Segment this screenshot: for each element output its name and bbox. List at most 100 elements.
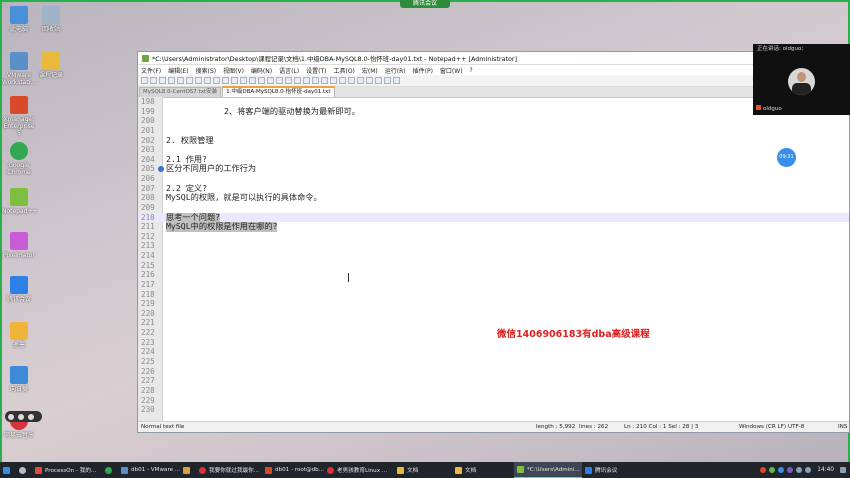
- sync-scroll-icon[interactable]: [285, 77, 292, 84]
- print-icon[interactable]: [195, 77, 202, 84]
- editor-line[interactable]: 202 2. 权限管理: [138, 135, 849, 146]
- editor-line[interactable]: 203: [138, 145, 849, 155]
- cut-icon[interactable]: [204, 77, 211, 84]
- editor-line[interactable]: 201: [138, 126, 849, 136]
- editor-line[interactable]: 206: [138, 174, 849, 184]
- editor-line[interactable]: 226: [138, 367, 849, 377]
- tray-app-icon[interactable]: [787, 467, 794, 473]
- notification-icon[interactable]: [840, 467, 846, 473]
- editor-line[interactable]: 215: [138, 261, 849, 271]
- folder-workspace-icon[interactable]: [339, 77, 346, 84]
- menu-file[interactable]: 文件(F): [141, 66, 161, 75]
- play-macro-icon[interactable]: [375, 77, 382, 84]
- paste-icon[interactable]: [222, 77, 229, 84]
- taskbar-item-tencent-meeting[interactable]: 腾讯会议: [582, 462, 628, 478]
- editor-line[interactable]: 208 MySQL的权限，就是可以执行的具体命令。: [138, 193, 849, 203]
- status-eol[interactable]: Windows (CR LF): [739, 422, 786, 432]
- editor-line[interactable]: 200: [138, 116, 849, 126]
- editor-line[interactable]: 220: [138, 309, 849, 319]
- desktop-icon-sunlogin[interactable]: 向日葵: [2, 366, 36, 393]
- desktop-icon-chrome[interactable]: Google Chrome: [2, 142, 36, 176]
- taskbar-item-processon[interactable]: ProcessOn - 我的...: [32, 462, 102, 478]
- chat-icon[interactable]: [18, 413, 24, 420]
- menu-search[interactable]: 搜索(S): [196, 66, 217, 75]
- tray-app-icon[interactable]: [778, 467, 785, 473]
- tab-mysql-centos[interactable]: MySQL8.0-CentOS7.txt安装: [139, 87, 222, 97]
- tab-day01[interactable]: 1.中级DBA-MySQL8.0-怡怀班-day01.txt: [222, 86, 335, 97]
- desktop-icon-tencent-meeting[interactable]: 腾讯会议: [2, 276, 36, 303]
- editor-line[interactable]: 214: [138, 251, 849, 261]
- taskbar-item-chrome[interactable]: [102, 462, 118, 478]
- taskbar-item-notepadpp[interactable]: *C:\Users\Admini...: [514, 462, 582, 478]
- desktop-icon-xmanager[interactable]: Xmanager Enterprise 5: [2, 96, 36, 137]
- floating-timer-bubble[interactable]: 09:31: [777, 148, 796, 167]
- function-list-icon[interactable]: [330, 77, 337, 84]
- notepadpp-window[interactable]: *C:\Users\Administrator\Desktop\课程记录\文档\…: [137, 51, 850, 433]
- volume-icon[interactable]: [805, 467, 812, 473]
- undo-icon[interactable]: [231, 77, 238, 84]
- meeting-video-panel[interactable]: 正在讲话: oldguo; oldguo: [753, 44, 850, 115]
- save-icon[interactable]: [159, 77, 166, 84]
- editor-line[interactable]: 229: [138, 396, 849, 406]
- menu-window[interactable]: 窗口(W): [440, 66, 463, 75]
- desktop-icon-course-notes[interactable]: 课程记录: [34, 52, 68, 79]
- editor-line[interactable]: 212: [138, 232, 849, 242]
- taskbar-item-docs-1[interactable]: 文档: [394, 462, 452, 478]
- desktop-icon-notepadpp[interactable]: Notepad++: [2, 188, 38, 215]
- network-icon[interactable]: [796, 467, 803, 473]
- editor-line[interactable]: 222: [138, 328, 849, 338]
- editor-line[interactable]: 225: [138, 357, 849, 367]
- close-file-icon[interactable]: [177, 77, 184, 84]
- editor-area[interactable]: 198 199 2、将客户端的驱动替换为最新即可。 200 201 202 2. 权限管理 2…: [138, 97, 849, 422]
- menu-macro[interactable]: 宏(M): [362, 66, 378, 75]
- record-macro-icon[interactable]: [357, 77, 364, 84]
- menu-language[interactable]: 语言(L): [279, 66, 299, 75]
- editor-line[interactable]: 218: [138, 290, 849, 300]
- desktop-icon-vmware[interactable]: VMware Workstati...: [2, 52, 36, 86]
- taskbar-item-linux-course[interactable]: 老男孩教育Linux ...: [324, 462, 394, 478]
- stop-macro-icon[interactable]: [366, 77, 373, 84]
- monitor-icon[interactable]: [348, 77, 355, 84]
- meeting-indicator[interactable]: 腾讯会议: [400, 0, 450, 8]
- taskbar-item-music[interactable]: 我要你就过我最你...: [196, 462, 262, 478]
- editor-line[interactable]: 205 区分不同用户的工作行为: [138, 164, 849, 174]
- menu-settings[interactable]: 设置(T): [306, 66, 326, 75]
- bookmark-icon[interactable]: [158, 166, 164, 173]
- taskbar-item-explorer[interactable]: [180, 462, 196, 478]
- taskbar-item-vmware[interactable]: db01 - VMware ...: [118, 462, 180, 478]
- replace-icon[interactable]: [258, 77, 265, 84]
- desktop-icon-pixelmator[interactable]: Pixelmator: [2, 232, 36, 259]
- editor-line[interactable]: 224: [138, 347, 849, 357]
- editor-line[interactable]: 213: [138, 241, 849, 251]
- menu-edit[interactable]: 编辑(E): [168, 66, 188, 75]
- redo-icon[interactable]: [240, 77, 247, 84]
- editor-line[interactable]: 217: [138, 280, 849, 290]
- menu-tools[interactable]: 工具(O): [333, 66, 354, 75]
- zoom-in-icon[interactable]: [267, 77, 274, 84]
- menu-run[interactable]: 运行(R): [385, 66, 406, 75]
- tray-app-icon[interactable]: [760, 467, 767, 473]
- search-button[interactable]: [16, 462, 32, 478]
- collapse-icon[interactable]: [28, 413, 34, 420]
- editor-line[interactable]: 227: [138, 376, 849, 386]
- run-macro-multiple-icon[interactable]: [384, 77, 391, 84]
- find-icon[interactable]: [249, 77, 256, 84]
- menu-help[interactable]: ?: [470, 67, 473, 74]
- doc-map-icon[interactable]: [321, 77, 328, 84]
- copy-icon[interactable]: [213, 77, 220, 84]
- menu-plugins[interactable]: 插件(P): [413, 66, 433, 75]
- save-macro-icon[interactable]: [393, 77, 400, 84]
- taskbar-item-xshell[interactable]: db01 - root@db...: [262, 462, 324, 478]
- menu-encoding[interactable]: 编码(N): [251, 66, 272, 75]
- editor-line[interactable]: 221: [138, 318, 849, 328]
- new-file-icon[interactable]: [141, 77, 148, 84]
- taskbar-clock[interactable]: 14:40: [817, 467, 834, 473]
- status-encoding[interactable]: UTF-8: [788, 422, 804, 432]
- editor-line[interactable]: 219: [138, 299, 849, 309]
- desktop-icon-this-pc[interactable]: 此电脑: [2, 6, 36, 33]
- desktop-icon-recycle-bin[interactable]: 回收站: [34, 6, 68, 33]
- editor-line[interactable]: 228: [138, 386, 849, 396]
- editor-line[interactable]: 223: [138, 338, 849, 348]
- desktop-icon-remote[interactable]: 遥墨: [2, 322, 36, 349]
- zoom-out-icon[interactable]: [276, 77, 283, 84]
